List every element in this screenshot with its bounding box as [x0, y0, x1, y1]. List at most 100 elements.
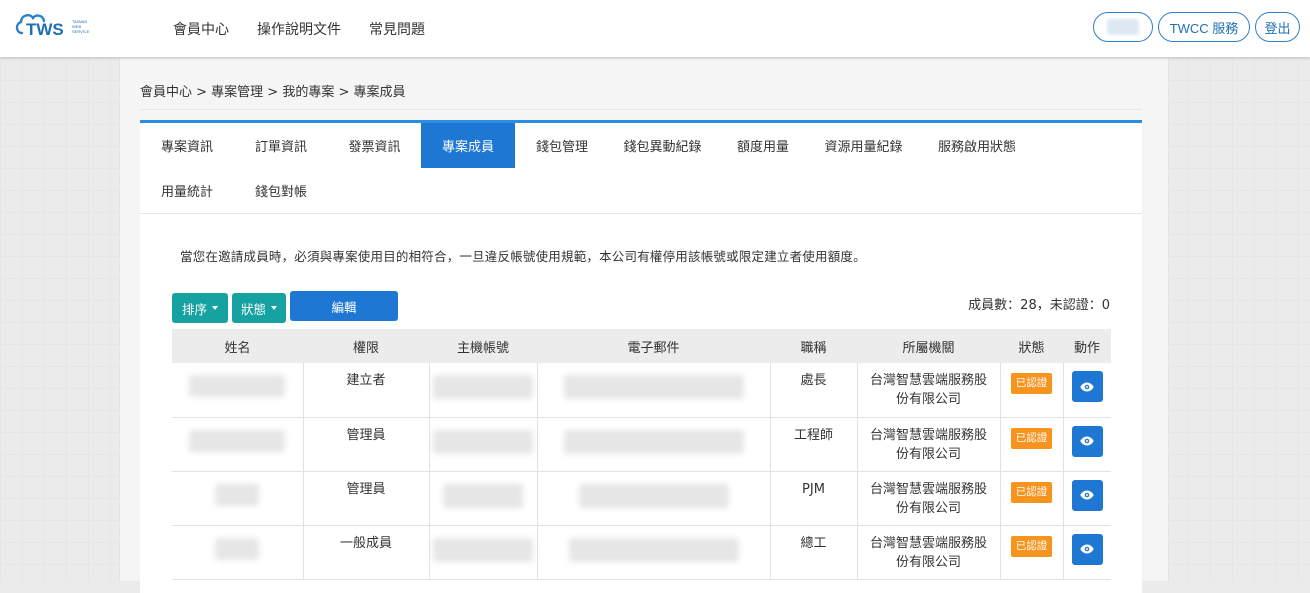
redacted-text [215, 537, 260, 560]
member-count: 成員數：28，未認證：0 [968, 298, 1110, 313]
col-email[interactable]: 電子郵件 [537, 329, 770, 363]
tab-usage-stats[interactable]: 用量統計 [140, 168, 234, 213]
tab-wallet-management[interactable]: 錢包管理 [515, 123, 609, 168]
status-badge: 已認證 [1010, 373, 1053, 394]
cell-host-account [429, 363, 538, 418]
org-line: 台灣智慧雲端服務股 [869, 481, 987, 497]
status-dropdown-button[interactable]: 狀態 [232, 293, 286, 323]
table-row: 管理員 PJM 台灣智慧雲端服務股 份有限公司 已認證 [172, 471, 1111, 526]
redacted-text [563, 429, 744, 454]
cell-title: 處長 [770, 363, 858, 418]
tab-order-info[interactable]: 訂單資訊 [234, 123, 328, 168]
cell-action [1063, 417, 1111, 472]
cell-status: 已認證 [1000, 525, 1064, 580]
cell-status: 已認證 [1000, 363, 1064, 418]
org-line: 台灣智慧雲端服務股 [869, 373, 987, 388]
tab-quota-usage[interactable]: 額度用量 [716, 123, 810, 168]
col-action: 動作 [1063, 329, 1111, 363]
edit-button[interactable]: 編輯 [290, 291, 398, 321]
cell-name [172, 525, 304, 580]
redacted-text [578, 483, 729, 508]
tab-invoice-info[interactable]: 發票資訊 [328, 123, 421, 168]
status-badge: 已認證 [1010, 481, 1053, 503]
tab-resource-usage[interactable]: 資源用量紀錄 [810, 123, 917, 168]
cell-organization: 台灣智慧雲端服務股 份有限公司 [857, 471, 1001, 526]
org-line: 份有限公司 [895, 446, 961, 462]
status-label: 狀態 [240, 301, 266, 317]
top-navbar: TWS TAIWAN WEB SERVICE 會員中心 操作說明文件 常見問題 … [0, 0, 1310, 57]
org-line: 份有限公司 [895, 392, 961, 407]
members-table: 姓名 權限 主機帳號 電子郵件 職稱 所屬機關 狀態 動作 建立者 處長 台灣智… [172, 329, 1111, 580]
tab-wallet-history[interactable]: 錢包異動紀錄 [609, 123, 716, 168]
cell-role: 管理員 [303, 471, 430, 526]
eye-icon [1080, 436, 1094, 446]
chevron-down-icon [212, 306, 218, 310]
redacted-text [215, 483, 260, 506]
redacted-text [568, 537, 739, 562]
tab-wallet-reconcile[interactable]: 錢包對帳 [234, 168, 328, 213]
cell-email [537, 471, 771, 526]
table-row: 管理員 工程師 台灣智慧雲端服務股 份有限公司 已認證 [172, 417, 1111, 472]
nav-member-center[interactable]: 會員中心 [173, 19, 229, 39]
cell-name [172, 363, 304, 418]
col-title[interactable]: 職稱 [770, 329, 857, 363]
cell-action [1063, 525, 1111, 580]
redacted-text [189, 375, 286, 397]
eye-icon [1080, 490, 1094, 500]
col-host-account[interactable]: 主機帳號 [429, 329, 537, 363]
invite-notice: 當您在邀請成員時，必須與專案使用目的相符合，一旦違反帳號使用規範，本公司有權停用… [180, 249, 866, 264]
chevron-down-icon [271, 306, 277, 310]
cell-email [537, 525, 771, 580]
cell-name [172, 417, 304, 472]
redacted-text [433, 375, 533, 399]
twcc-service-button[interactable]: TWCC 服務 [1158, 12, 1250, 42]
col-name[interactable]: 姓名 [172, 329, 303, 363]
view-member-button[interactable] [1071, 371, 1103, 402]
cell-organization: 台灣智慧雲端服務股 份有限公司 [857, 417, 1001, 472]
nav-faq[interactable]: 常見問題 [369, 19, 425, 39]
status-badge: 已認證 [1010, 427, 1053, 449]
col-organization[interactable]: 所屬機關 [857, 329, 1000, 363]
cell-role: 管理員 [303, 417, 430, 472]
col-status[interactable]: 狀態 [1000, 329, 1063, 363]
nav-docs[interactable]: 操作說明文件 [257, 19, 341, 39]
cell-title: PJM [770, 471, 858, 526]
redacted-text [433, 429, 533, 454]
cell-status: 已認證 [1000, 471, 1064, 526]
view-member-button[interactable] [1071, 425, 1103, 457]
tab-project-info[interactable]: 專案資訊 [140, 123, 234, 168]
tws-logo[interactable]: TWS TAIWAN WEB SERVICE [14, 9, 94, 41]
cell-role: 建立者 [303, 363, 430, 418]
tab-service-status[interactable]: 服務啟用狀態 [917, 123, 1037, 168]
cell-action [1063, 363, 1111, 418]
header-actions: TWCC 服務 登出 [1093, 12, 1300, 42]
user-account-button[interactable] [1093, 12, 1153, 42]
tab-project-members[interactable]: 專案成員 [421, 123, 515, 168]
cell-organization: 台灣智慧雲端服務股 份有限公司 [857, 363, 1001, 418]
redacted-text [189, 429, 286, 452]
cell-email [537, 363, 771, 418]
project-tabs: 專案資訊 訂單資訊 發票資訊 專案成員 錢包管理 錢包異動紀錄 額度用量 資源用… [140, 123, 1142, 214]
eye-icon [1080, 382, 1094, 391]
project-card: 專案資訊 訂單資訊 發票資訊 專案成員 錢包管理 錢包異動紀錄 額度用量 資源用… [140, 120, 1142, 593]
view-member-button[interactable] [1071, 479, 1103, 511]
org-line: 台灣智慧雲端服務股 [869, 535, 987, 551]
redacted-text [563, 375, 744, 399]
logout-button[interactable]: 登出 [1255, 12, 1300, 42]
cell-name [172, 471, 304, 526]
status-badge: 已認證 [1010, 535, 1053, 557]
main-content: 會員中心 > 專案管理 > 我的專案 > 專案成員 專案資訊 訂單資訊 發票資訊… [119, 58, 1169, 593]
col-role[interactable]: 權限 [303, 329, 429, 363]
sort-dropdown-button[interactable]: 排序 [172, 293, 228, 323]
svg-text:TWS: TWS [26, 20, 64, 39]
table-header-row: 姓名 權限 主機帳號 電子郵件 職稱 所屬機關 狀態 動作 [172, 329, 1111, 363]
cell-title: 總工 [770, 525, 858, 580]
org-line: 台灣智慧雲端服務股 [869, 427, 987, 443]
cell-host-account [429, 417, 538, 472]
eye-icon [1080, 544, 1094, 554]
cell-email [537, 417, 771, 472]
view-member-button[interactable] [1071, 533, 1103, 565]
cell-role: 一般成員 [303, 525, 430, 580]
cell-organization: 台灣智慧雲端服務股 份有限公司 [857, 525, 1001, 580]
main-nav: 會員中心 操作說明文件 常見問題 [173, 0, 425, 57]
